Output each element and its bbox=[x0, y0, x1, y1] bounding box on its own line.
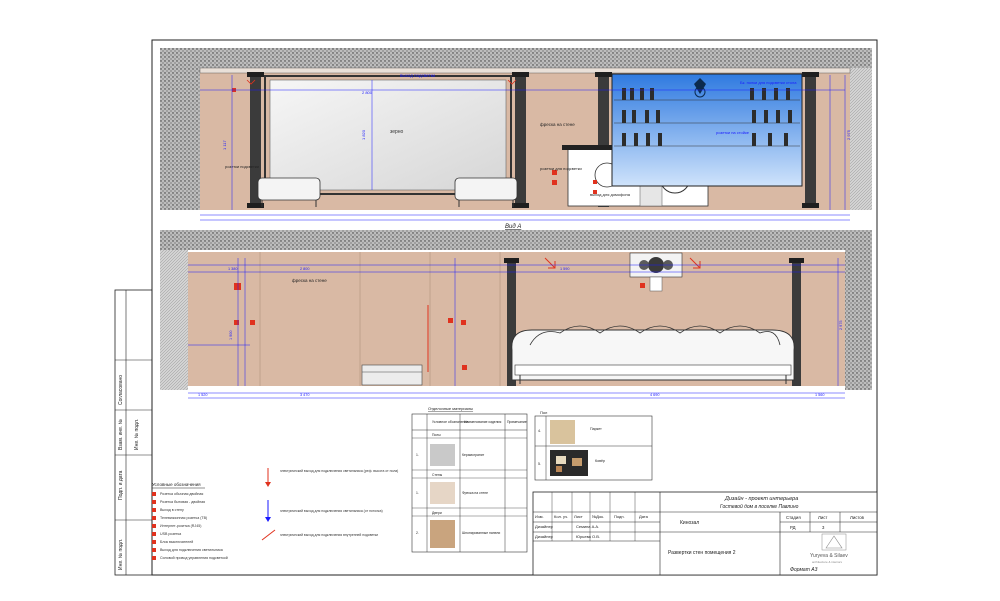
elevation-view-b: фреска на стене 1 520 3 470 4 690 1 560 … bbox=[160, 230, 872, 399]
view-a-label: Вид А bbox=[505, 224, 521, 230]
svg-text:2 800: 2 800 bbox=[362, 90, 373, 95]
svg-text:Дата: Дата bbox=[639, 514, 649, 519]
sofa bbox=[511, 325, 795, 384]
svg-text:выход подсветки: выход подсветки bbox=[400, 73, 436, 78]
svg-text:Выход в стену: Выход в стену bbox=[160, 508, 184, 512]
svg-text:1 380: 1 380 bbox=[228, 267, 238, 271]
svg-text:Стадия: Стадия bbox=[786, 515, 801, 520]
svg-text:Розетка обычная двойная: Розетка обычная двойная bbox=[160, 492, 203, 496]
svg-text:фреска на стене: фреска на стене bbox=[292, 278, 327, 283]
svg-text:Кол. уч.: Кол. уч. bbox=[554, 514, 568, 519]
svg-text:розетки для подсветки: розетки для подсветки bbox=[540, 166, 582, 171]
svg-text:Бк. полки для подсветки стола: Бк. полки для подсветки стола bbox=[740, 80, 797, 85]
ceiling-slab-top bbox=[160, 48, 872, 68]
svg-text:Юрьева О.В.: Юрьева О.В. bbox=[576, 534, 600, 539]
side-stamp: Согласовано Взам. инв. № Подп. и дата Ин… bbox=[115, 290, 152, 575]
title-block: Изм. Кол. уч. Лист №Док. Подп. Дата Диза… bbox=[532, 491, 878, 576]
svg-text:Фреска на стене: Фреска на стене bbox=[462, 491, 488, 495]
svg-text:2 975: 2 975 bbox=[846, 129, 851, 140]
svg-text:Блок выключателей: Блок выключателей bbox=[160, 540, 193, 544]
svg-text:Кинозал: Кинозал bbox=[680, 520, 699, 526]
svg-text:Выход для подключения светильн: Выход для подключения светильника bbox=[160, 548, 223, 552]
svg-text:Наименование изделия: Наименование изделия bbox=[464, 420, 501, 424]
svg-text:Развертки стен помещения 2: Развертки стен помещения 2 bbox=[668, 550, 736, 556]
svg-text:4.: 4. bbox=[538, 429, 541, 433]
svg-text:Гостевой дом в поселке Павлино: Гостевой дом в поселке Павлино bbox=[720, 503, 799, 510]
svg-text:Подп. и дата: Подп. и дата bbox=[118, 470, 124, 500]
svg-text:Шпонированные панели: Шпонированные панели bbox=[462, 531, 500, 535]
svg-text:Семина А.А.: Семина А.А. bbox=[576, 524, 599, 529]
svg-text:Изм.: Изм. bbox=[535, 514, 544, 519]
svg-text:Инв. № подл.: Инв. № подл. bbox=[134, 419, 140, 450]
svg-text:1 520: 1 520 bbox=[198, 393, 208, 397]
svg-text:Интернет-розетка (RJ45): Интернет-розетка (RJ45) bbox=[160, 524, 201, 528]
svg-text:электрический выход для подклю: электрический выход для подключения свет… bbox=[280, 509, 383, 513]
svg-text:Телевизионная розетка (ТВ): Телевизионная розетка (ТВ) bbox=[160, 516, 207, 520]
svg-text:Инв. № подл.: Инв. № подл. bbox=[118, 539, 124, 570]
elevation-view-a: зерно Бк. полки для подсветки стола розе… bbox=[160, 48, 872, 230]
drawing-sheet: зерно Бк. полки для подсветки стола розе… bbox=[114, 39, 878, 576]
svg-text:Взам. инв. №: Взам. инв. № bbox=[118, 419, 124, 450]
svg-text:Формат А3: Формат А3 bbox=[790, 567, 818, 573]
svg-text:электрический выход для подклю: электрический выход для подключения внут… bbox=[280, 533, 378, 537]
svg-text:USB розетка: USB розетка bbox=[160, 532, 181, 536]
svg-text:электрический выход для подклю: электрический выход для подключения свет… bbox=[280, 469, 398, 473]
right-wall-section bbox=[850, 68, 872, 210]
svg-text:5.: 5. bbox=[538, 462, 541, 466]
svg-text:1 117: 1 117 bbox=[222, 140, 227, 150]
svg-text:Ковёр: Ковёр bbox=[595, 459, 605, 463]
svg-text:Отделочные материалы: Отделочные материалы bbox=[428, 406, 473, 411]
svg-text:Согласовано: Согласовано bbox=[118, 375, 124, 405]
mirror bbox=[269, 79, 507, 191]
svg-text:розетки на стойке: розетки на стойке bbox=[716, 130, 750, 135]
left-wall-section bbox=[160, 68, 200, 210]
svg-text:1 590: 1 590 bbox=[560, 267, 570, 271]
svg-text:Дизайнер: Дизайнер bbox=[535, 534, 554, 539]
samples-box: Пол 4. Паркет 5. Ковёр bbox=[534, 410, 653, 481]
svg-text:Силовой провод управления подс: Силовой провод управления подсветкой bbox=[160, 556, 228, 560]
svg-text:Розетка бытовая - двойная: Розетка бытовая - двойная bbox=[160, 500, 205, 504]
finish-table: Отделочные материалы Условное обозначени… bbox=[411, 406, 528, 553]
svg-text:Примечание: Примечание bbox=[507, 420, 527, 424]
svg-text:2 800: 2 800 bbox=[300, 267, 310, 271]
svg-text:architecture & interiors: architecture & interiors bbox=[812, 560, 843, 564]
svg-text:Условное обозначение: Условное обозначение bbox=[432, 420, 468, 424]
svg-text:Подп.: Подп. bbox=[614, 514, 625, 519]
svg-text:РД: РД bbox=[790, 525, 796, 530]
svg-text:Условные обозначения: Условные обозначения bbox=[152, 482, 201, 487]
svg-text:1 820: 1 820 bbox=[361, 129, 366, 140]
svg-text:Лист: Лист bbox=[818, 515, 827, 520]
svg-text:Пол: Пол bbox=[540, 410, 548, 415]
svg-text:фреска на стене: фреска на стене bbox=[540, 122, 575, 127]
svg-text:1.: 1. bbox=[416, 453, 419, 457]
svg-text:Дизайн - проект интерьера: Дизайн - проект интерьера bbox=[724, 495, 798, 502]
svg-text:Двери: Двери bbox=[432, 511, 442, 515]
mirror-label: зерно bbox=[390, 129, 404, 135]
svg-text:Лист: Лист bbox=[574, 514, 583, 519]
svg-text:1 900: 1 900 bbox=[229, 330, 233, 340]
svg-text:3 470: 3 470 bbox=[300, 393, 310, 397]
svg-text:Стены: Стены bbox=[432, 473, 443, 477]
svg-text:1.: 1. bbox=[416, 491, 419, 495]
svg-text:Листов: Листов bbox=[850, 515, 865, 520]
svg-text:2 975: 2 975 bbox=[839, 320, 843, 330]
svg-text:4 690: 4 690 bbox=[650, 393, 660, 397]
svg-text:выход для домофона: выход для домофона bbox=[590, 192, 631, 197]
svg-text:2.: 2. bbox=[416, 531, 419, 535]
svg-text:Дизайнер: Дизайнер bbox=[535, 524, 554, 529]
legend: Условные обозначения Розетка обычная дво… bbox=[152, 468, 398, 560]
svg-text:Yuryeva & Silaev: Yuryeva & Silaev bbox=[810, 553, 848, 559]
svg-text:№Док.: №Док. bbox=[592, 514, 604, 519]
svg-text:1 560: 1 560 bbox=[815, 393, 825, 397]
ceiling-slab-bottom bbox=[160, 230, 872, 250]
svg-text:Полы: Полы bbox=[432, 433, 441, 437]
bar-niche: Бк. полки для подсветки стола розетки на… bbox=[611, 73, 803, 187]
svg-text:розетки подсветки: розетки подсветки bbox=[225, 164, 259, 169]
svg-text:Паркет: Паркет bbox=[590, 427, 602, 431]
svg-text:Керамогранит: Керамогранит bbox=[462, 453, 485, 457]
